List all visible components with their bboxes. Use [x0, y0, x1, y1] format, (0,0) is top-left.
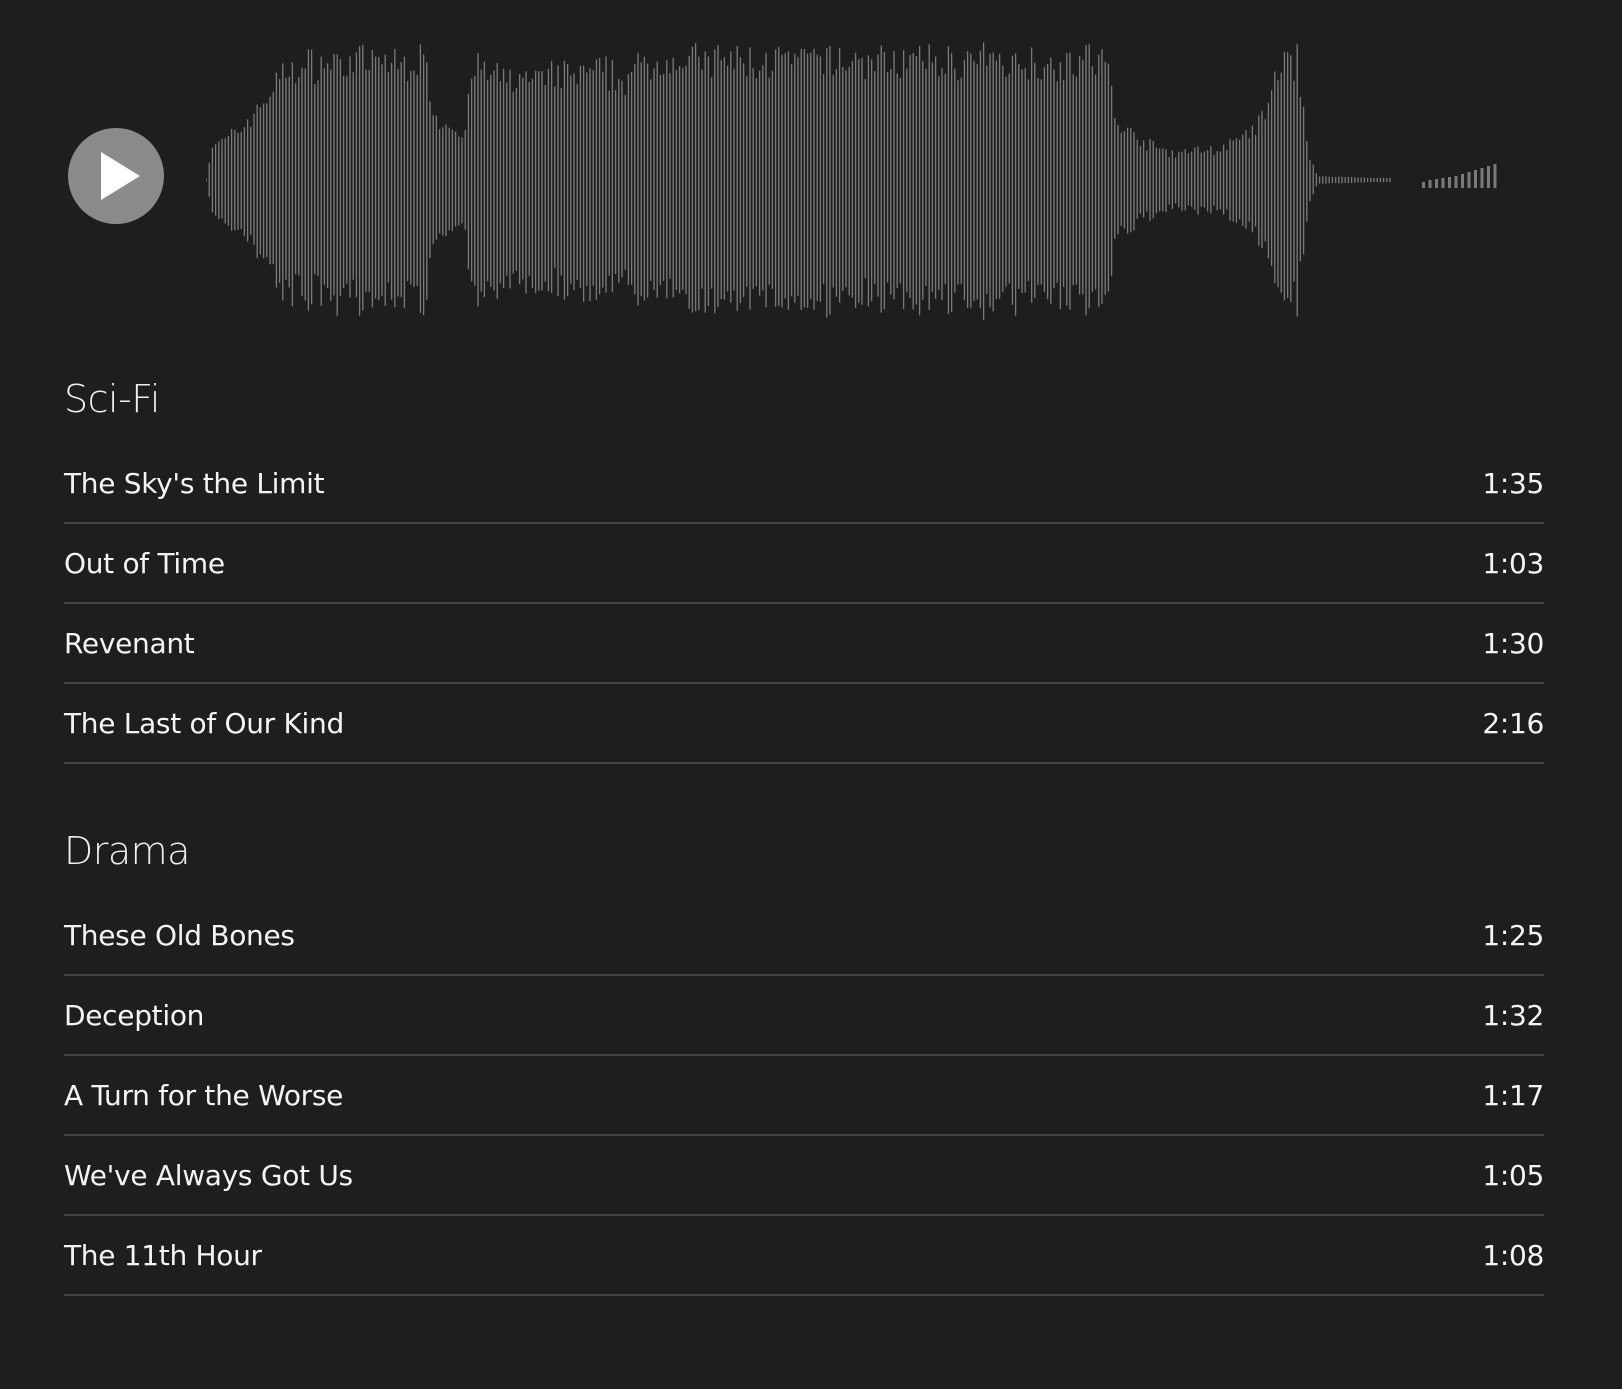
track-title: The 11th Hour [64, 1238, 262, 1272]
waveform-bar [1448, 177, 1451, 188]
track-row[interactable]: We've Always Got Us 1:05 [64, 1136, 1544, 1216]
track-duration: 1:35 [1482, 466, 1544, 500]
track-title: The Last of Our Kind [64, 706, 344, 740]
track-row[interactable]: The Sky's the Limit 1:35 [64, 444, 1544, 524]
track-duration: 1:17 [1482, 1078, 1544, 1112]
track-row[interactable]: The 11th Hour 1:08 [64, 1216, 1544, 1296]
track-sections: Sci-Fi The Sky's the Limit 1:35 Out of T… [64, 372, 1544, 1296]
track-row[interactable]: The Last of Our Kind 2:16 [64, 684, 1544, 764]
track-title: We've Always Got Us [64, 1158, 353, 1192]
waveform-bar [1461, 174, 1464, 188]
waveform-bar [1467, 172, 1471, 188]
track-title: The Sky's the Limit [64, 466, 325, 500]
waveform-bar [1428, 180, 1432, 188]
track-row[interactable]: Revenant 1:30 [64, 604, 1544, 684]
track-duration: 1:08 [1482, 1238, 1544, 1272]
waveform-bar [1474, 170, 1477, 188]
waveform-bar [1454, 176, 1458, 188]
section-sci-fi: Sci-Fi The Sky's the Limit 1:35 Out of T… [64, 372, 1544, 764]
track-title: These Old Bones [64, 918, 295, 952]
track-duration: 2:16 [1482, 706, 1544, 740]
section-title: Sci-Fi [64, 377, 160, 421]
track-duration: 1:03 [1482, 546, 1544, 580]
waveform-bar [1480, 168, 1484, 188]
waveform-bar [1435, 179, 1438, 188]
track-row[interactable]: Out of Time 1:03 [64, 524, 1544, 604]
track-duration: 1:30 [1482, 626, 1544, 660]
track-title: Deception [64, 998, 205, 1032]
track-duration: 1:25 [1482, 918, 1544, 952]
track-duration: 1:05 [1482, 1158, 1544, 1192]
track-title: Out of Time [64, 546, 225, 580]
track-title: A Turn for the Worse [64, 1078, 344, 1112]
track-duration: 1:32 [1482, 998, 1544, 1032]
section-drama: Drama These Old Bones 1:25 Deception 1:3… [64, 824, 1544, 1296]
audio-player [0, 0, 1622, 340]
waveform-bar [1422, 182, 1425, 188]
waveform-seek-bar[interactable] [206, 40, 1546, 320]
play-button[interactable] [68, 128, 164, 224]
waveform-bar [1441, 178, 1445, 188]
play-icon [101, 152, 140, 200]
track-row[interactable]: A Turn for the Worse 1:17 [64, 1056, 1544, 1136]
section-title: Drama [64, 829, 190, 873]
track-title: Revenant [64, 626, 195, 660]
track-row[interactable]: These Old Bones 1:25 [64, 896, 1544, 976]
waveform-bar [1493, 164, 1497, 188]
track-row[interactable]: Deception 1:32 [64, 976, 1544, 1056]
waveform-bar [1487, 166, 1490, 188]
